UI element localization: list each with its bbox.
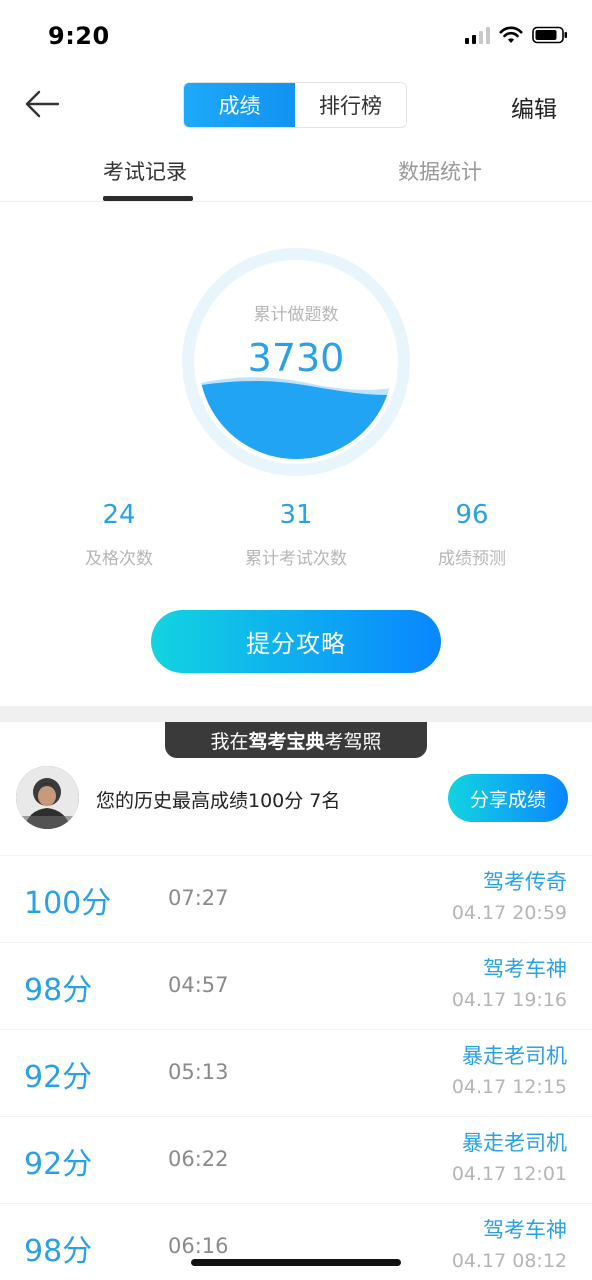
wifi-icon xyxy=(499,26,523,43)
record-date: 04.17 12:15 xyxy=(451,1076,567,1098)
brand-banner: 我在 驾考宝典 考驾照 xyxy=(165,722,427,758)
battery-icon xyxy=(532,26,567,44)
stat-exam-count: 31 累计考试次数 xyxy=(216,500,376,569)
record-score: 92分 xyxy=(24,1060,93,1095)
status-time: 9:20 xyxy=(48,22,110,50)
record-date: 04.17 19:16 xyxy=(451,989,567,1011)
arrow-left-icon xyxy=(25,90,60,118)
record-score: 100分 xyxy=(24,886,112,921)
total-questions-label: 累计做题数 xyxy=(253,305,339,325)
record-duration: 06:22 xyxy=(168,1147,229,1171)
banner-prefix: 我在 xyxy=(210,730,249,753)
list-item[interactable]: 98分 06:16 驾考车神 04.17 08:12 xyxy=(0,1204,592,1280)
status-bar: 9:20 xyxy=(0,0,592,72)
nav-bar: 成绩 排行榜 编辑 xyxy=(0,72,592,138)
record-duration: 04:57 xyxy=(168,973,229,997)
record-title: 驾考车神 xyxy=(483,1218,567,1242)
segment-leaderboard[interactable]: 排行榜 xyxy=(295,83,406,127)
stat-label: 成绩预测 xyxy=(438,549,506,569)
stat-label: 累计考试次数 xyxy=(245,549,347,569)
record-title: 驾考车神 xyxy=(483,957,567,981)
record-date: 04.17 08:12 xyxy=(451,1250,567,1272)
stat-score-prediction: 96 成绩预测 xyxy=(392,500,552,569)
stat-pass-count: 24 及格次数 xyxy=(39,500,199,569)
avatar[interactable] xyxy=(16,766,79,829)
record-title: 驾考传奇 xyxy=(483,870,567,894)
record-score: 92分 xyxy=(24,1147,93,1182)
edit-button[interactable]: 编辑 xyxy=(511,90,557,124)
home-indicator[interactable] xyxy=(191,1259,401,1266)
stat-value: 96 xyxy=(455,500,489,530)
best-score-text: 您的历史最高成绩100分 7名 xyxy=(96,790,341,812)
list-item[interactable]: 92分 05:13 暴走老司机 04.17 12:15 xyxy=(0,1030,592,1117)
best-score-row: 您的历史最高成绩100分 7名 分享成绩 xyxy=(0,760,592,856)
segmented-control: 成绩 排行榜 xyxy=(183,82,407,128)
list-item[interactable]: 92分 06:22 暴走老司机 04.17 12:01 xyxy=(0,1117,592,1204)
record-title: 暴走老司机 xyxy=(462,1044,567,1068)
record-score: 98分 xyxy=(24,973,93,1008)
tab-active-indicator xyxy=(103,196,193,201)
segment-scores[interactable]: 成绩 xyxy=(184,83,295,127)
status-icons xyxy=(465,26,568,44)
tab-data-stats[interactable]: 数据统计 xyxy=(398,156,482,186)
cellular-signal-icon xyxy=(465,26,490,44)
record-score: 98分 xyxy=(24,1234,93,1269)
list-item[interactable]: 98分 04:57 驾考车神 04.17 19:16 xyxy=(0,943,592,1030)
improve-score-button[interactable]: 提分攻略 xyxy=(151,610,441,673)
list-item[interactable]: 100分 07:27 驾考传奇 04.17 20:59 xyxy=(0,856,592,943)
tab-bar: 考试记录 数据统计 xyxy=(0,142,592,202)
section-divider xyxy=(0,706,592,722)
banner-suffix: 考驾照 xyxy=(324,730,382,753)
record-duration: 06:16 xyxy=(168,1234,229,1258)
record-duration: 07:27 xyxy=(168,886,229,910)
record-duration: 05:13 xyxy=(168,1060,229,1084)
stat-label: 及格次数 xyxy=(85,549,153,569)
share-score-button[interactable]: 分享成绩 xyxy=(448,774,568,822)
stat-value: 24 xyxy=(102,500,136,530)
stat-value: 31 xyxy=(279,500,313,530)
banner-brand: 驾考宝典 xyxy=(248,730,325,753)
back-button[interactable] xyxy=(22,86,62,122)
question-count-circle: 累计做题数 3730 xyxy=(182,248,410,476)
record-date: 04.17 20:59 xyxy=(451,902,567,924)
tab-exam-records[interactable]: 考试记录 xyxy=(103,156,187,186)
record-date: 04.17 12:01 xyxy=(451,1163,567,1185)
record-title: 暴走老司机 xyxy=(462,1131,567,1155)
total-questions-value: 3730 xyxy=(247,336,345,380)
